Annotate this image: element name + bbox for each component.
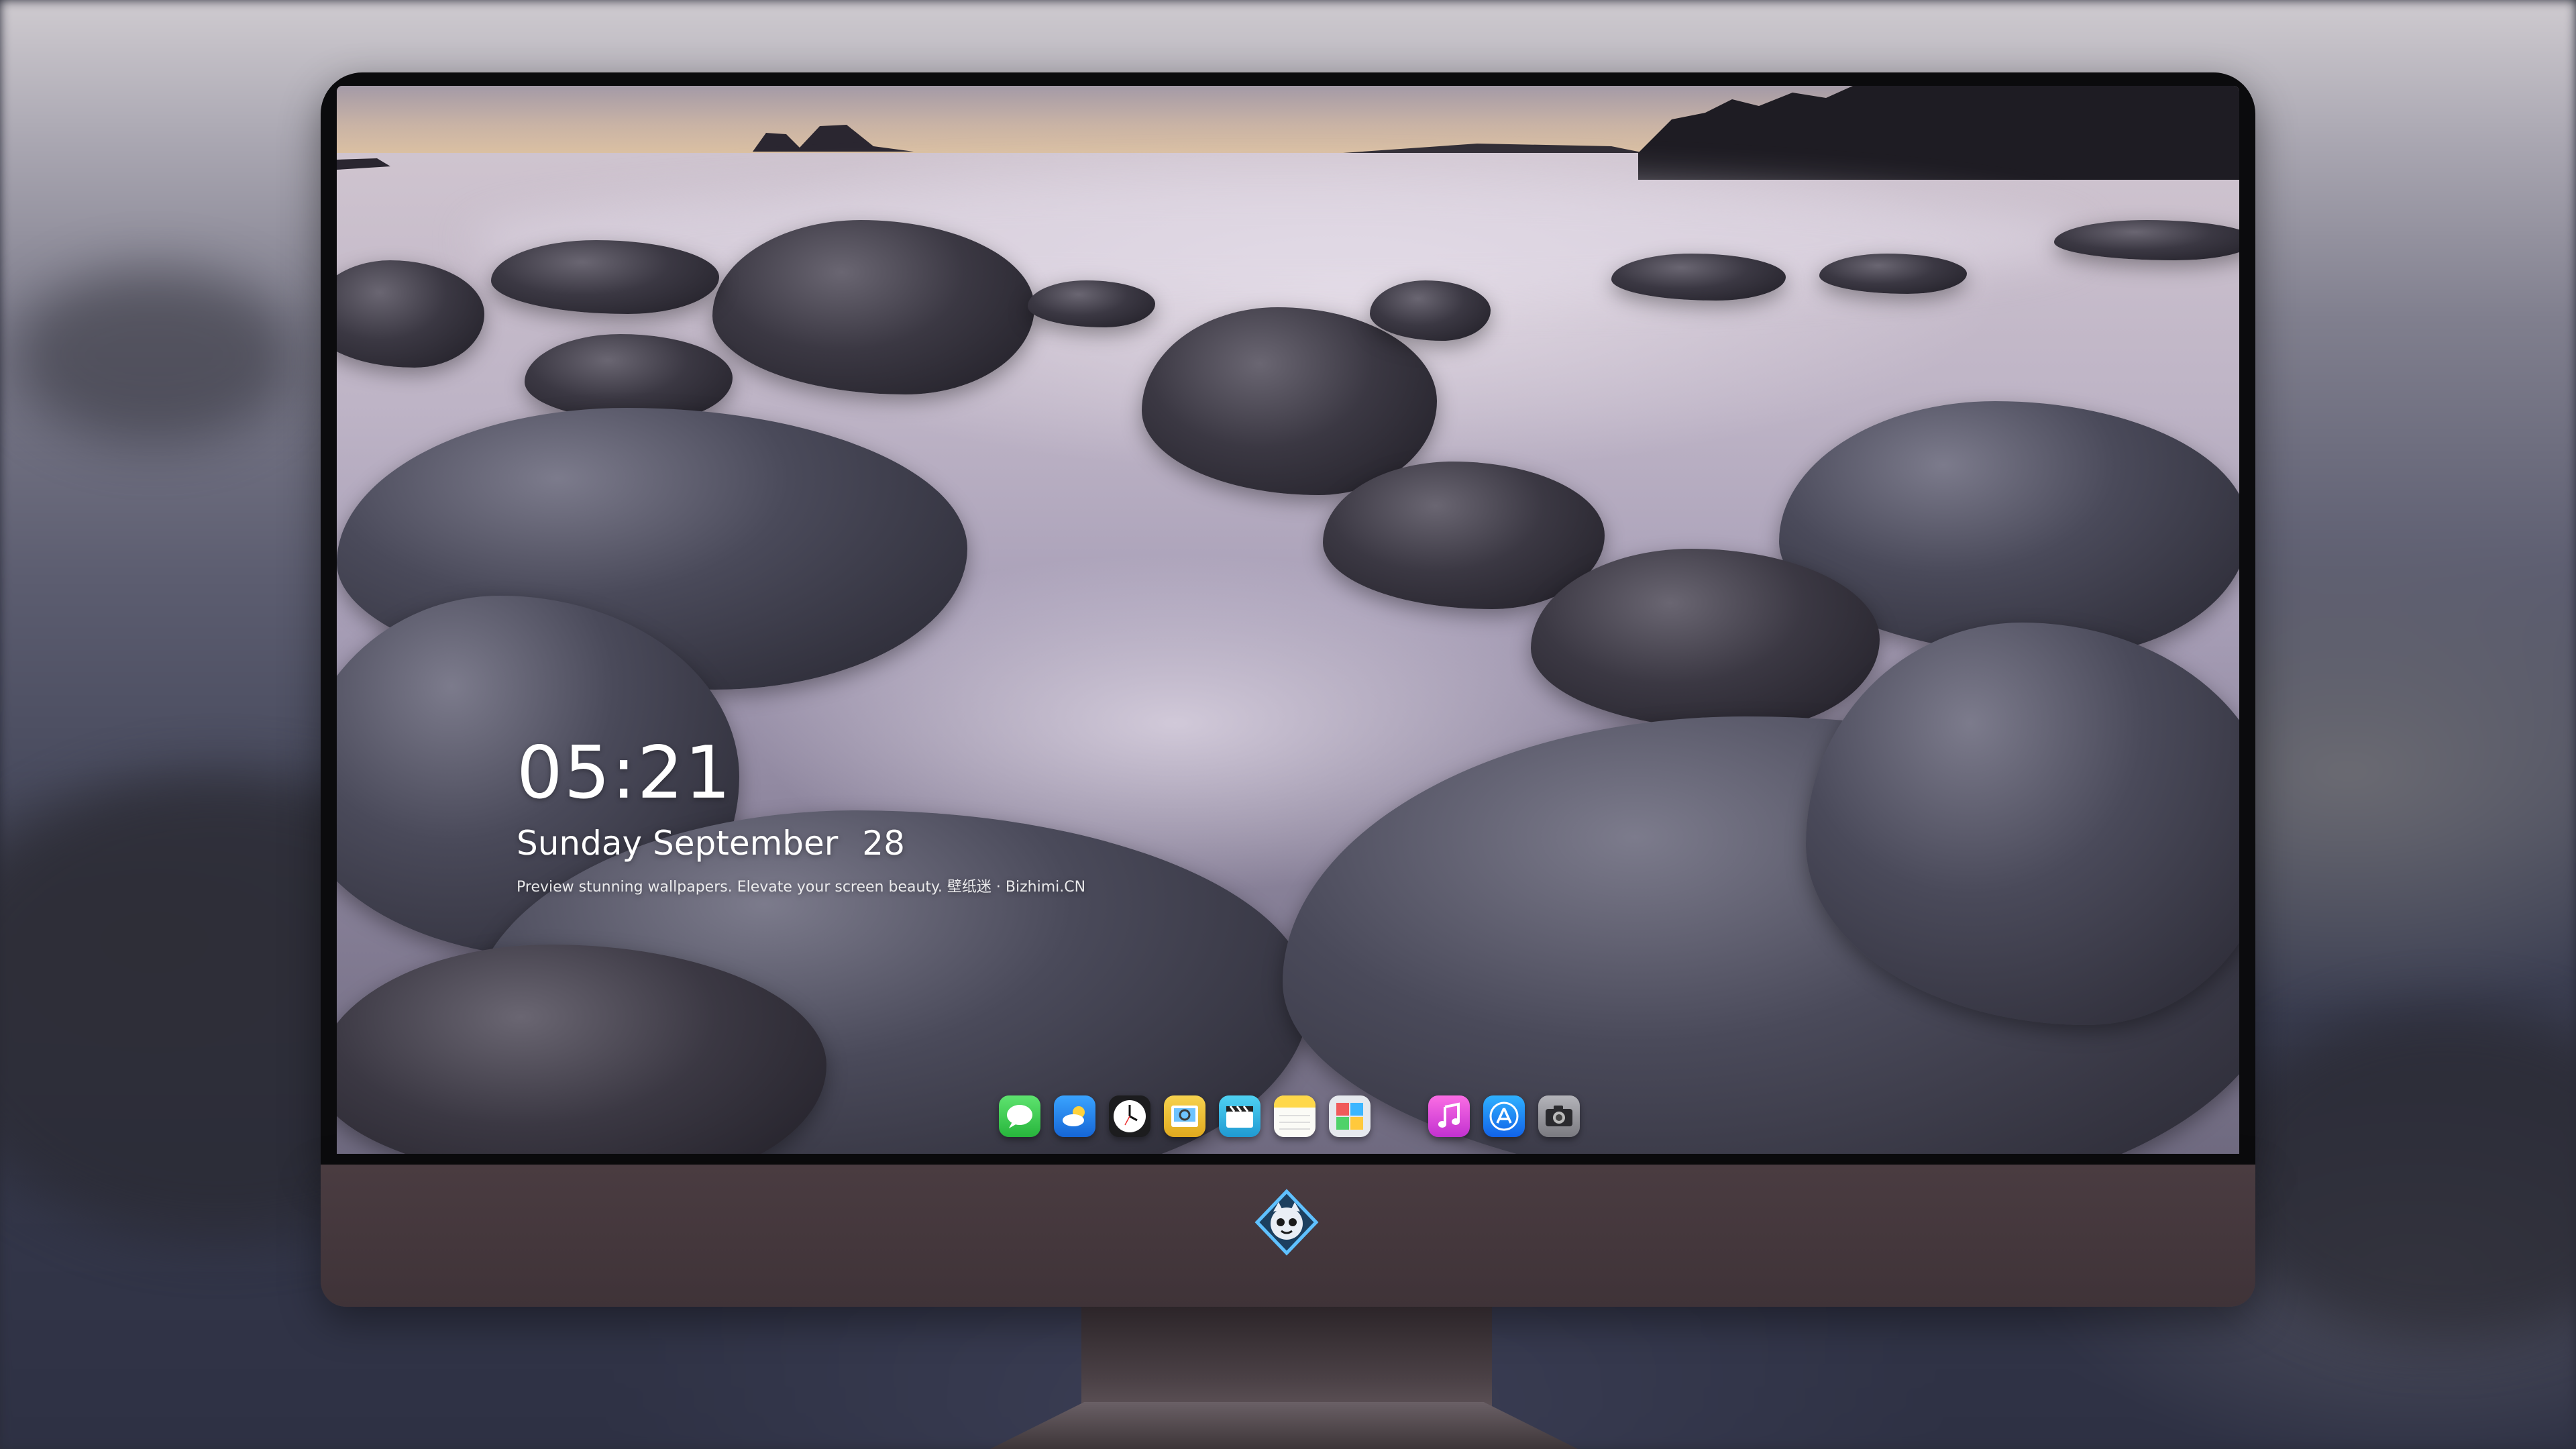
camera-icon[interactable] xyxy=(1538,1095,1580,1137)
wallpaper-horizon-rocks xyxy=(337,86,2239,180)
date-month: September xyxy=(653,824,839,863)
music-icon[interactable] xyxy=(1428,1095,1470,1137)
clock-date: Sunday September 28 xyxy=(517,823,1085,863)
wallpaper-rock xyxy=(1028,280,1155,327)
weather-icon[interactable] xyxy=(1054,1095,1095,1137)
preview-icon[interactable] xyxy=(1164,1095,1205,1137)
clock-time: 05:21 xyxy=(517,731,733,815)
messages-icon[interactable] xyxy=(999,1095,1040,1137)
dock xyxy=(989,1089,1589,1143)
app-store-icon[interactable] xyxy=(1483,1095,1525,1137)
photo-booth-icon[interactable] xyxy=(1329,1095,1371,1137)
mascot-logo-icon xyxy=(1254,1189,1319,1256)
wallpaper-rock xyxy=(1370,280,1491,341)
notes-icon[interactable] xyxy=(1274,1095,1316,1137)
monitor-stand-foot xyxy=(990,1402,1578,1449)
desktop-screen: 05:21 Sunday September 28 Preview stunni… xyxy=(337,86,2239,1154)
clock-icon[interactable] xyxy=(1109,1095,1150,1137)
blurred-background-rock xyxy=(13,268,295,443)
monitor-stand-neck xyxy=(1081,1307,1492,1407)
monitor-chin xyxy=(321,1165,2255,1307)
wallpaper-tagline: Preview stunning wallpapers. Elevate you… xyxy=(517,879,1086,896)
lock-clock-widget: 05:21 Sunday September 28 Preview stunni… xyxy=(517,733,1085,897)
date-weekday: Sunday xyxy=(517,824,643,863)
date-day: 28 xyxy=(862,824,905,863)
clips-icon[interactable] xyxy=(1219,1095,1260,1137)
wallpaper-rock xyxy=(1611,254,1786,301)
wallpaper-rock xyxy=(1819,254,1967,294)
wallpaper-rock xyxy=(491,240,719,314)
